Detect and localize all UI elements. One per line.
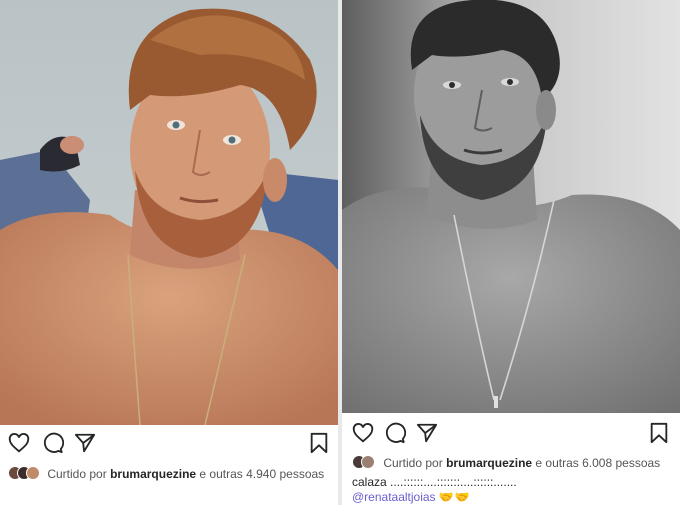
post-actions-left: [0, 428, 338, 458]
heart-icon[interactable]: [352, 422, 374, 444]
bookmark-icon[interactable]: [308, 432, 330, 454]
avatar: [26, 466, 40, 480]
likes-others-count[interactable]: e outras 6.008 pessoas: [535, 456, 660, 470]
liked-by-username[interactable]: brumarquezine: [110, 467, 196, 481]
mention-link[interactable]: @renataaltjoias: [352, 490, 436, 504]
post-photo-left[interactable]: [0, 0, 338, 425]
likes-summary-right: Curtido por brumarquezine e outras 6.008…: [352, 455, 677, 471]
share-icon[interactable]: [74, 432, 96, 454]
heart-icon[interactable]: [8, 432, 30, 454]
post-left: Curtido por brumarquezine e outras 4.940…: [0, 0, 338, 505]
liker-avatars[interactable]: [352, 455, 378, 469]
post-actions-right: [342, 418, 680, 448]
comment-icon[interactable]: [384, 422, 406, 444]
post-photo-right[interactable]: [342, 0, 680, 413]
liker-avatars[interactable]: [8, 466, 42, 480]
post-right: Curtido por brumarquezine e outras 6.008…: [342, 0, 680, 505]
liked-by-label: Curtido por: [383, 456, 443, 470]
liked-by-label: Curtido por: [47, 467, 107, 481]
liked-by-username[interactable]: brumarquezine: [446, 456, 532, 470]
avatar: [361, 455, 375, 469]
likes-summary-left: Curtido por brumarquezine e outras 4.940…: [8, 466, 328, 482]
handshake-emoji: 🤝🤝: [438, 490, 471, 504]
share-icon[interactable]: [416, 422, 438, 444]
likes-others-count[interactable]: e outras 4.940 pessoas: [199, 467, 324, 481]
caption-mention-line: @renataaltjoias 🤝🤝: [352, 490, 471, 505]
post-caption: calaza ....::::::....:::::::....::::::..…: [352, 475, 517, 489]
comment-icon[interactable]: [42, 432, 64, 454]
bookmark-icon[interactable]: [648, 422, 670, 444]
